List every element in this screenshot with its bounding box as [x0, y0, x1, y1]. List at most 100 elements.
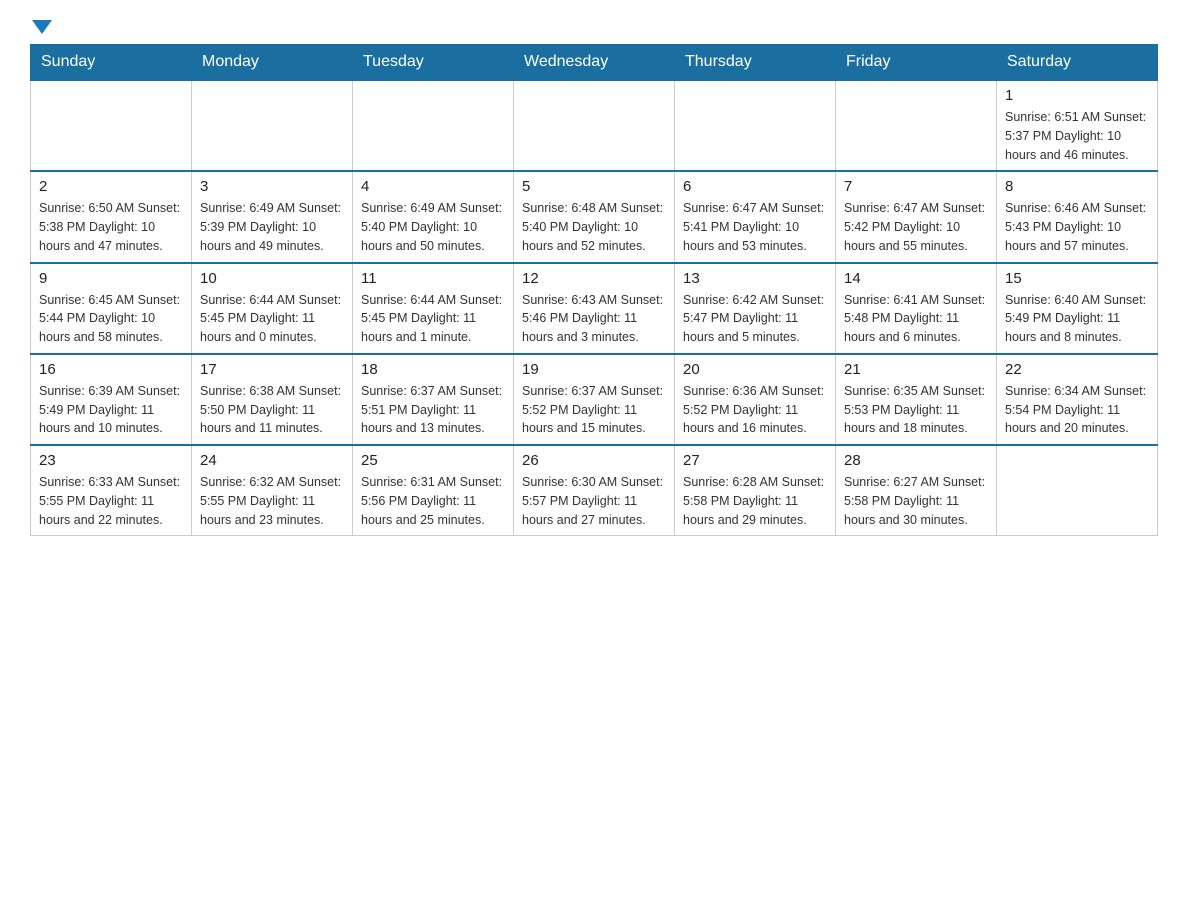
day-info: Sunrise: 6:31 AM Sunset: 5:56 PM Dayligh… — [361, 473, 505, 529]
day-of-week-header: Friday — [836, 45, 997, 81]
logo-arrow-icon — [32, 20, 52, 34]
calendar-cell — [514, 80, 675, 171]
calendar-cell: 12 Sunrise: 6:43 AM Sunset: 5:46 PM Dayli… — [514, 263, 675, 354]
day-info: Sunrise: 6:42 AM Sunset: 5:47 PM Dayligh… — [683, 291, 827, 347]
calendar-cell: 25 Sunrise: 6:31 AM Sunset: 5:56 PM Dayli… — [353, 445, 514, 536]
day-of-week-header: Monday — [192, 45, 353, 81]
calendar-week-row: 9 Sunrise: 6:45 AM Sunset: 5:44 PM Daylig… — [31, 263, 1158, 354]
calendar-cell: 1 Sunrise: 6:51 AM Sunset: 5:37 PM Daylig… — [997, 80, 1158, 171]
calendar-cell: 16 Sunrise: 6:39 AM Sunset: 5:49 PM Dayli… — [31, 354, 192, 445]
day-number: 26 — [522, 452, 666, 469]
day-number: 11 — [361, 270, 505, 287]
day-info: Sunrise: 6:39 AM Sunset: 5:49 PM Dayligh… — [39, 382, 183, 438]
day-number: 24 — [200, 452, 344, 469]
day-info: Sunrise: 6:37 AM Sunset: 5:52 PM Dayligh… — [522, 382, 666, 438]
day-number: 17 — [200, 361, 344, 378]
day-info: Sunrise: 6:32 AM Sunset: 5:55 PM Dayligh… — [200, 473, 344, 529]
day-info: Sunrise: 6:46 AM Sunset: 5:43 PM Dayligh… — [1005, 199, 1149, 255]
calendar-cell: 20 Sunrise: 6:36 AM Sunset: 5:52 PM Dayli… — [675, 354, 836, 445]
calendar-cell — [192, 80, 353, 171]
day-number: 6 — [683, 178, 827, 195]
calendar-cell — [353, 80, 514, 171]
day-number: 19 — [522, 361, 666, 378]
day-number: 21 — [844, 361, 988, 378]
day-info: Sunrise: 6:38 AM Sunset: 5:50 PM Dayligh… — [200, 382, 344, 438]
calendar-cell: 7 Sunrise: 6:47 AM Sunset: 5:42 PM Daylig… — [836, 171, 997, 262]
calendar-cell: 4Sunrise: 6:49 AM Sunset: 5:40 PM Daylig… — [353, 171, 514, 262]
day-info: Sunrise: 6:49 AM Sunset: 5:39 PM Dayligh… — [200, 199, 344, 255]
day-number: 7 — [844, 178, 988, 195]
day-number: 23 — [39, 452, 183, 469]
day-info: Sunrise: 6:35 AM Sunset: 5:53 PM Dayligh… — [844, 382, 988, 438]
day-number: 28 — [844, 452, 988, 469]
day-info: Sunrise: 6:33 AM Sunset: 5:55 PM Dayligh… — [39, 473, 183, 529]
day-info: Sunrise: 6:45 AM Sunset: 5:44 PM Dayligh… — [39, 291, 183, 347]
day-info: Sunrise: 6:36 AM Sunset: 5:52 PM Dayligh… — [683, 382, 827, 438]
calendar-cell: 2Sunrise: 6:50 AM Sunset: 5:38 PM Daylig… — [31, 171, 192, 262]
day-number: 13 — [683, 270, 827, 287]
day-of-week-header: Tuesday — [353, 45, 514, 81]
day-info: Sunrise: 6:50 AM Sunset: 5:38 PM Dayligh… — [39, 199, 183, 255]
day-number: 12 — [522, 270, 666, 287]
calendar-cell: 10 Sunrise: 6:44 AM Sunset: 5:45 PM Dayli… — [192, 263, 353, 354]
calendar-header-row: SundayMondayTuesdayWednesdayThursdayFrid… — [31, 45, 1158, 81]
calendar-cell: 19 Sunrise: 6:37 AM Sunset: 5:52 PM Dayli… — [514, 354, 675, 445]
day-info: Sunrise: 6:44 AM Sunset: 5:45 PM Dayligh… — [200, 291, 344, 347]
calendar-cell: 9 Sunrise: 6:45 AM Sunset: 5:44 PM Daylig… — [31, 263, 192, 354]
calendar-cell: 18 Sunrise: 6:37 AM Sunset: 5:51 PM Dayli… — [353, 354, 514, 445]
calendar-cell: 6 Sunrise: 6:47 AM Sunset: 5:41 PM Daylig… — [675, 171, 836, 262]
day-number: 1 — [1005, 87, 1149, 104]
day-info: Sunrise: 6:27 AM Sunset: 5:58 PM Dayligh… — [844, 473, 988, 529]
day-number: 10 — [200, 270, 344, 287]
day-number: 3 — [200, 178, 344, 195]
calendar-cell — [836, 80, 997, 171]
day-number: 5 — [522, 178, 666, 195]
day-info: Sunrise: 6:40 AM Sunset: 5:49 PM Dayligh… — [1005, 291, 1149, 347]
day-info: Sunrise: 6:28 AM Sunset: 5:58 PM Dayligh… — [683, 473, 827, 529]
day-info: Sunrise: 6:48 AM Sunset: 5:40 PM Dayligh… — [522, 199, 666, 255]
day-of-week-header: Thursday — [675, 45, 836, 81]
calendar-week-row: 2Sunrise: 6:50 AM Sunset: 5:38 PM Daylig… — [31, 171, 1158, 262]
day-number: 15 — [1005, 270, 1149, 287]
calendar-week-row: 23 Sunrise: 6:33 AM Sunset: 5:55 PM Dayli… — [31, 445, 1158, 536]
day-number: 25 — [361, 452, 505, 469]
calendar-cell: 23 Sunrise: 6:33 AM Sunset: 5:55 PM Dayli… — [31, 445, 192, 536]
day-info: Sunrise: 6:44 AM Sunset: 5:45 PM Dayligh… — [361, 291, 505, 347]
calendar-cell: 15 Sunrise: 6:40 AM Sunset: 5:49 PM Dayli… — [997, 263, 1158, 354]
day-of-week-header: Wednesday — [514, 45, 675, 81]
day-info: Sunrise: 6:34 AM Sunset: 5:54 PM Dayligh… — [1005, 382, 1149, 438]
calendar-cell: 11 Sunrise: 6:44 AM Sunset: 5:45 PM Dayli… — [353, 263, 514, 354]
day-info: Sunrise: 6:47 AM Sunset: 5:42 PM Dayligh… — [844, 199, 988, 255]
day-info: Sunrise: 6:43 AM Sunset: 5:46 PM Dayligh… — [522, 291, 666, 347]
calendar-cell: 17 Sunrise: 6:38 AM Sunset: 5:50 PM Dayli… — [192, 354, 353, 445]
calendar-cell: 13 Sunrise: 6:42 AM Sunset: 5:47 PM Dayli… — [675, 263, 836, 354]
calendar-cell: 3 Sunrise: 6:49 AM Sunset: 5:39 PM Daylig… — [192, 171, 353, 262]
day-number: 22 — [1005, 361, 1149, 378]
day-number: 14 — [844, 270, 988, 287]
day-number: 18 — [361, 361, 505, 378]
day-number: 9 — [39, 270, 183, 287]
calendar-cell: 28 Sunrise: 6:27 AM Sunset: 5:58 PM Dayli… — [836, 445, 997, 536]
day-info: Sunrise: 6:41 AM Sunset: 5:48 PM Dayligh… — [844, 291, 988, 347]
day-info: Sunrise: 6:51 AM Sunset: 5:37 PM Dayligh… — [1005, 108, 1149, 164]
calendar-cell — [997, 445, 1158, 536]
day-info: Sunrise: 6:37 AM Sunset: 5:51 PM Dayligh… — [361, 382, 505, 438]
calendar-cell: 21 Sunrise: 6:35 AM Sunset: 5:53 PM Dayli… — [836, 354, 997, 445]
day-of-week-header: Sunday — [31, 45, 192, 81]
day-info: Sunrise: 6:47 AM Sunset: 5:41 PM Dayligh… — [683, 199, 827, 255]
day-number: 16 — [39, 361, 183, 378]
calendar-table: SundayMondayTuesdayWednesdayThursdayFrid… — [30, 44, 1158, 536]
day-info: Sunrise: 6:30 AM Sunset: 5:57 PM Dayligh… — [522, 473, 666, 529]
calendar-cell: 27 Sunrise: 6:28 AM Sunset: 5:58 PM Dayli… — [675, 445, 836, 536]
page-header — [30, 20, 1158, 34]
calendar-cell: 8Sunrise: 6:46 AM Sunset: 5:43 PM Daylig… — [997, 171, 1158, 262]
calendar-cell: 24 Sunrise: 6:32 AM Sunset: 5:55 PM Dayli… — [192, 445, 353, 536]
day-number: 20 — [683, 361, 827, 378]
calendar-cell: 5 Sunrise: 6:48 AM Sunset: 5:40 PM Daylig… — [514, 171, 675, 262]
day-number: 27 — [683, 452, 827, 469]
day-of-week-header: Saturday — [997, 45, 1158, 81]
calendar-week-row: 1 Sunrise: 6:51 AM Sunset: 5:37 PM Daylig… — [31, 80, 1158, 171]
calendar-cell: 22 Sunrise: 6:34 AM Sunset: 5:54 PM Dayli… — [997, 354, 1158, 445]
calendar-cell — [31, 80, 192, 171]
logo — [30, 20, 54, 34]
